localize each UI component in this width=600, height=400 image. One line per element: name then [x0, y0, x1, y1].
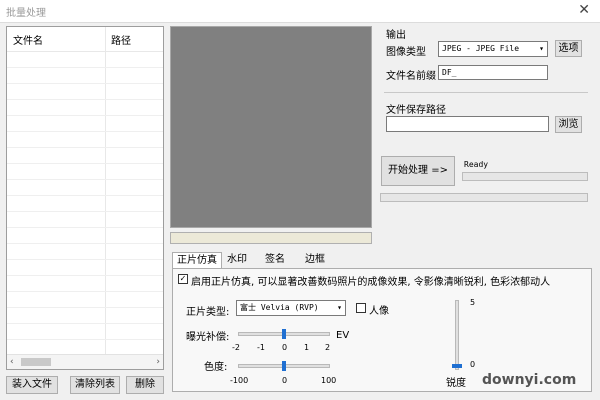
divider [384, 92, 588, 93]
window-title: 批量处理 [6, 8, 46, 19]
list-row-line [7, 323, 163, 324]
image-preview [170, 26, 372, 228]
prefix-input[interactable]: DF_ [438, 65, 548, 80]
column-header-path[interactable]: 路径 [111, 32, 131, 47]
list-row-line [7, 115, 163, 116]
exposure-tick-label: -1 [257, 343, 265, 352]
list-row-line [7, 195, 163, 196]
column-divider [105, 27, 106, 355]
list-row-line [7, 147, 163, 148]
scrollbar-thumb[interactable] [21, 358, 51, 366]
saturation-tick-label: -100 [230, 376, 249, 385]
status-text: Ready [464, 160, 489, 169]
load-files-button[interactable]: 装入文件 [6, 376, 58, 394]
saturation-label: 色度: [204, 362, 228, 373]
saturation-slider-thumb[interactable] [282, 361, 286, 371]
tab-signature[interactable]: 签名 [258, 252, 292, 268]
list-row-line [7, 339, 163, 340]
title-bar: 批量处理 ✕ [0, 0, 600, 23]
enable-simulation-checkbox[interactable]: ✓ [178, 274, 188, 284]
sharpness-min-label: 0 [470, 360, 476, 369]
save-path-input[interactable] [386, 116, 549, 132]
preview-status-bar [170, 232, 372, 244]
saturation-tick-label: 100 [321, 376, 337, 385]
list-row-line [7, 67, 163, 68]
film-type-value: 富士 Velvia (RVP) [240, 303, 319, 312]
portrait-checkbox[interactable] [356, 303, 366, 313]
file-list-header: 文件名 路径 [7, 27, 163, 52]
start-processing-button[interactable]: 开始处理 => [381, 156, 455, 186]
list-row-line [7, 291, 163, 292]
exposure-slider-thumb[interactable] [282, 329, 286, 339]
list-row-line [7, 99, 163, 100]
browse-button[interactable]: 浏览 [555, 116, 582, 133]
prefix-label: 文件名前缀 [386, 71, 436, 82]
exposure-tick-label: 1 [304, 343, 310, 352]
site-watermark: downyi.com [482, 372, 577, 388]
sharpness-max-label: 5 [470, 298, 476, 307]
film-type-label: 正片类型: [186, 307, 230, 318]
exposure-tick-label: -2 [232, 343, 240, 352]
list-row-line [7, 163, 163, 164]
list-row-line [7, 259, 163, 260]
image-type-label: 图像类型 [386, 47, 426, 58]
enable-simulation-label: 启用正片仿真, 可以显著改善数码照片的成像效果, 令影像清晰锐利, 色彩浓郁动人 [191, 277, 551, 288]
checkmark-icon: ✓ [179, 274, 187, 283]
saturation-tick-label: 0 [282, 376, 288, 385]
save-path-label: 文件保存路径 [386, 105, 446, 116]
clear-list-button[interactable]: 清除列表 [70, 376, 120, 394]
scroll-right-icon[interactable]: › [156, 355, 160, 369]
options-button[interactable]: 选项 [555, 40, 582, 57]
sharpness-slider-thumb[interactable] [452, 364, 462, 368]
sharpness-label: 锐度 [446, 378, 466, 389]
tab-border[interactable]: 边框 [298, 252, 332, 268]
overall-progress-bar [380, 193, 588, 202]
exposure-tick-label: 0 [282, 343, 288, 352]
scroll-left-icon[interactable]: ‹ [10, 355, 14, 369]
exposure-unit: EV [336, 330, 350, 341]
exposure-label: 曝光补偿: [186, 332, 230, 343]
film-type-select[interactable]: 富士 Velvia (RVP) ▾ [236, 300, 346, 316]
portrait-label: 人像 [369, 306, 389, 317]
tab-positive-simulation[interactable]: 正片仿真 [172, 252, 222, 268]
delete-button[interactable]: 删除 [126, 376, 164, 394]
image-type-value: JPEG - JPEG File [442, 44, 520, 53]
list-row-line [7, 179, 163, 180]
list-row-line [7, 243, 163, 244]
close-icon[interactable]: ✕ [578, 2, 590, 18]
file-list[interactable]: 文件名 路径 ‹ › [6, 26, 164, 370]
tab-watermark[interactable]: 水印 [222, 252, 252, 268]
list-row-line [7, 307, 163, 308]
list-row-line [7, 131, 163, 132]
list-row-line [7, 227, 163, 228]
list-row-line [7, 211, 163, 212]
horizontal-scrollbar[interactable]: ‹ › [7, 354, 163, 369]
image-type-select[interactable]: JPEG - JPEG File ▾ [438, 41, 548, 57]
column-header-filename[interactable]: 文件名 [13, 32, 43, 47]
chevron-down-icon: ▾ [539, 44, 544, 53]
output-section-label: 输出 [386, 30, 406, 41]
exposure-tick-label: 2 [325, 343, 331, 352]
list-row-line [7, 275, 163, 276]
list-row-line [7, 83, 163, 84]
file-progress-bar [462, 172, 588, 181]
chevron-down-icon: ▾ [337, 303, 342, 312]
sharpness-slider-track[interactable] [455, 300, 459, 370]
